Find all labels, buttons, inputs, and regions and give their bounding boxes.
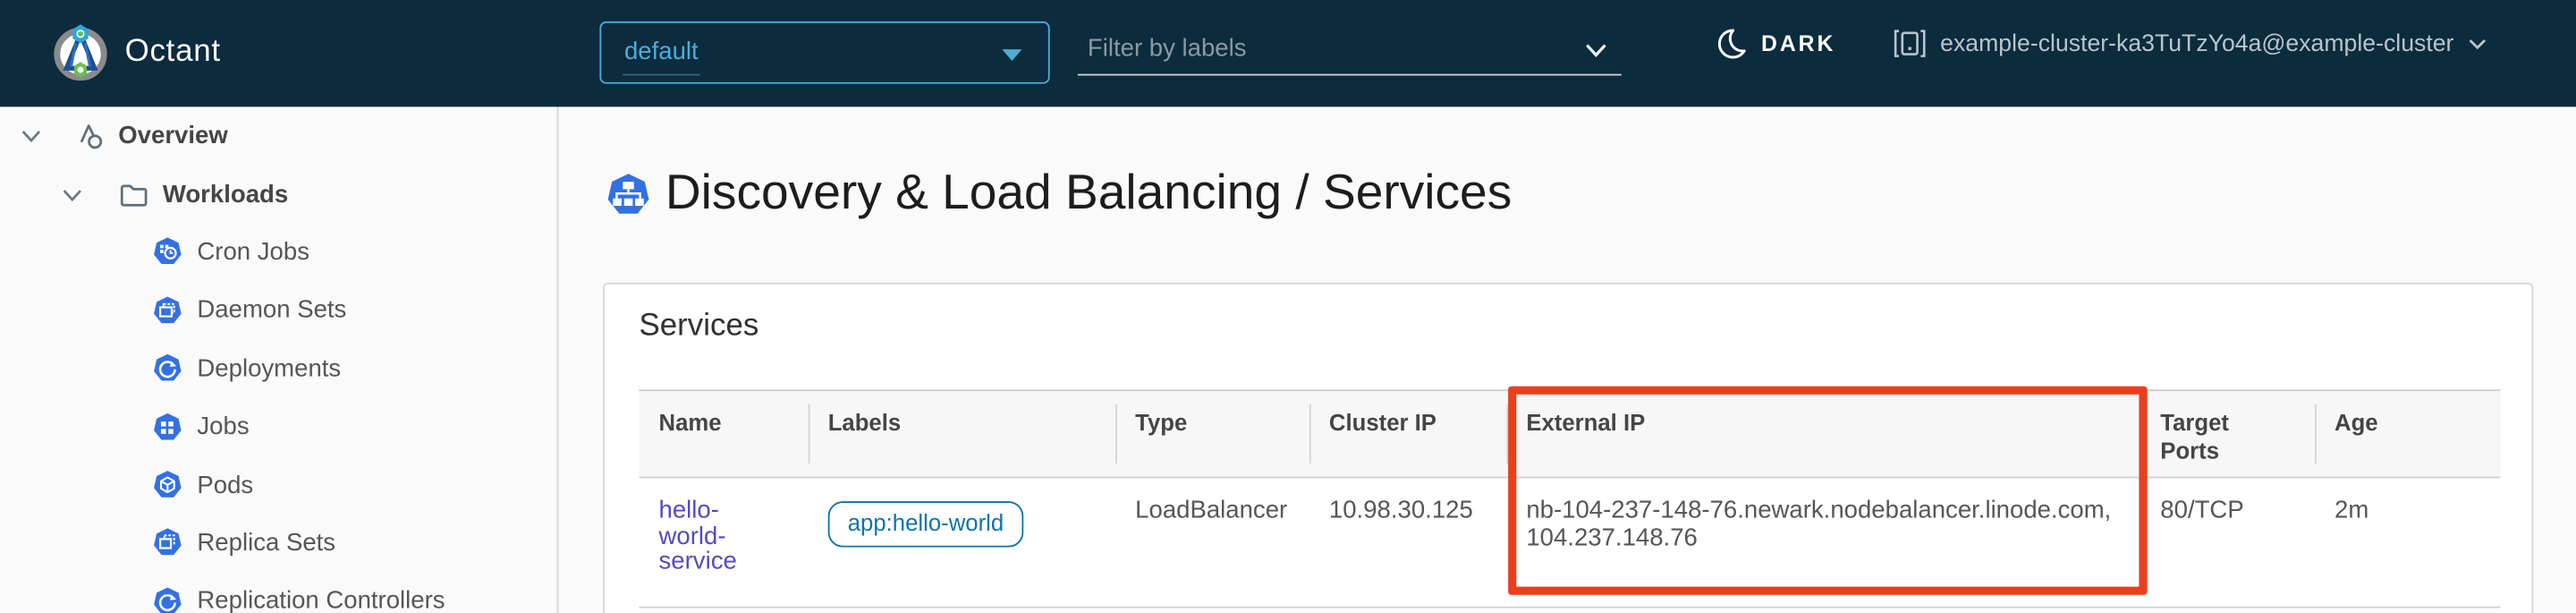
column-divider xyxy=(1506,404,1508,464)
cell-age: 2m xyxy=(2315,478,2499,524)
sidebar-item-deployments[interactable]: Deployments xyxy=(0,339,557,397)
column-divider xyxy=(2315,404,2317,464)
sidebar-item-cron-jobs[interactable]: Cron Jobs xyxy=(0,223,557,281)
sidebar-item-label: Deployments xyxy=(197,354,341,382)
brand-title: Octant xyxy=(125,35,221,71)
top-navbar: Octant default DARK exampl xyxy=(0,0,2576,106)
chevron-down-icon[interactable] xyxy=(61,185,84,203)
table-row: hello-world-service app:hello-world Load… xyxy=(639,478,2500,608)
discovery-load-balancing-icon xyxy=(606,172,651,217)
pod-icon xyxy=(153,470,182,499)
sidebar-item-label: Workloads xyxy=(163,180,288,208)
main-content: Discovery & Load Balancing / Services Se… xyxy=(560,106,2576,613)
moon-icon xyxy=(1716,28,1747,59)
cluster-context-selector[interactable]: example-cluster-ka3TuTzYo4a@example-clus… xyxy=(1893,28,2487,59)
page-title-row: Discovery & Load Balancing / Services xyxy=(606,166,1512,221)
column-header-target-ports: Target Ports xyxy=(2140,391,2315,464)
folder-icon xyxy=(118,178,149,209)
chevron-down-icon[interactable] xyxy=(20,127,43,145)
sidebar-item-label: Jobs xyxy=(197,413,249,440)
namespace-value: default xyxy=(624,38,699,65)
namespace-underline xyxy=(623,74,699,76)
column-divider xyxy=(1309,404,1311,464)
sidebar-item-daemon-sets[interactable]: Daemon Sets xyxy=(0,281,557,339)
chevron-down-icon[interactable] xyxy=(1584,41,1609,59)
theme-toggle-label: DARK xyxy=(1761,31,1835,56)
sidebar-item-replication-controllers[interactable]: Replication Controllers xyxy=(0,572,557,613)
chevron-down-icon xyxy=(2467,37,2487,50)
deployment-icon xyxy=(153,353,182,383)
sidebar-nav: Overview Workloads Cron Jobs xyxy=(0,106,558,613)
sidebar-item-label: Cron Jobs xyxy=(197,238,309,266)
namespace-selector[interactable]: default xyxy=(599,21,1049,84)
column-header-external-ip: External IP xyxy=(1506,391,2140,437)
service-name-link[interactable]: hello-world-service xyxy=(659,498,755,574)
sidebar-item-overview[interactable]: Overview xyxy=(0,106,557,165)
services-table: Name Labels Type Cluster IP External IP … xyxy=(639,389,2500,608)
replication-controller-icon xyxy=(153,586,182,613)
cell-name: hello-world-service xyxy=(639,478,808,575)
sidebar-item-label: Overview xyxy=(118,122,228,149)
caret-down-icon xyxy=(1002,49,1021,61)
sidebar-item-label: Replica Sets xyxy=(197,529,335,557)
job-icon xyxy=(153,412,182,441)
label-filter xyxy=(1078,30,1622,75)
sidebar-item-label: Replication Controllers xyxy=(197,587,445,613)
octant-logo-icon xyxy=(49,21,112,84)
column-divider xyxy=(1115,404,1117,464)
cell-cluster-ip: 10.98.30.125 xyxy=(1309,478,1506,524)
cell-labels: app:hello-world xyxy=(809,478,1115,546)
sidebar-item-jobs[interactable]: Jobs xyxy=(0,397,557,455)
sidebar-item-label: Pods xyxy=(197,471,253,498)
column-header-cluster-ip: Cluster IP xyxy=(1309,391,1506,437)
cell-external-ip: nb-104-237-148-76.newark.nodebalancer.li… xyxy=(1506,478,2140,552)
cronjob-icon xyxy=(153,237,182,267)
column-header-labels: Labels xyxy=(809,391,1115,437)
daemonset-icon xyxy=(153,295,182,325)
column-divider xyxy=(809,404,810,464)
column-header-age: Age xyxy=(2315,391,2499,437)
column-divider xyxy=(2140,404,2142,464)
sidebar-item-workloads[interactable]: Workloads xyxy=(0,165,557,223)
column-header-type: Type xyxy=(1115,391,1309,437)
cell-target-ports: 80/TCP xyxy=(2140,478,2315,524)
theme-toggle-button[interactable]: DARK xyxy=(1716,28,1836,59)
cell-type: LoadBalancer xyxy=(1115,478,1309,524)
column-header-name: Name xyxy=(639,391,808,437)
label-badge[interactable]: app:hello-world xyxy=(828,501,1023,547)
app-window: Octant default DARK exampl xyxy=(0,0,2576,613)
cluster-icon xyxy=(1893,28,1928,59)
sidebar-item-label: Daemon Sets xyxy=(197,296,346,324)
card-title: Services xyxy=(639,309,758,345)
sidebar-item-replica-sets[interactable]: Replica Sets xyxy=(0,514,557,572)
overview-icon xyxy=(74,120,106,151)
replicaset-icon xyxy=(153,528,182,558)
cluster-context-label: example-cluster-ka3TuTzYo4a@example-clus… xyxy=(1940,30,2453,56)
services-card: Services Name Labels Type Cluster IP Ext… xyxy=(603,283,2533,613)
label-filter-input[interactable] xyxy=(1084,33,1567,64)
table-header-row: Name Labels Type Cluster IP External IP … xyxy=(639,389,2500,478)
sidebar-item-pods[interactable]: Pods xyxy=(0,455,557,514)
page-title: Discovery & Load Balancing / Services xyxy=(665,166,1512,221)
